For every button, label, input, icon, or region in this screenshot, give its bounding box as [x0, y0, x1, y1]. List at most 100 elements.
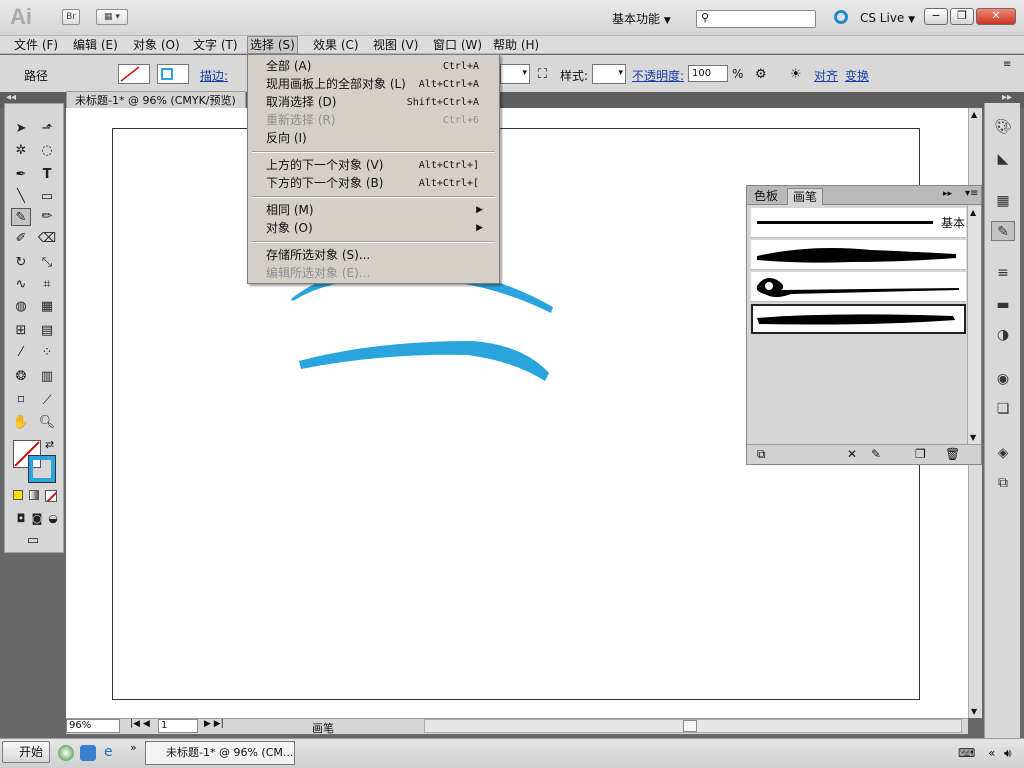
layers-panel-icon[interactable]: ◈: [991, 443, 1015, 463]
document-tab[interactable]: 未标题-1* @ 96% (CMYK/预览): [66, 91, 246, 109]
artboards-panel-icon[interactable]: ⧉: [991, 473, 1015, 493]
fill-swatch[interactable]: [118, 64, 150, 84]
volume-icon[interactable]: 🔊︎: [1004, 746, 1012, 761]
menu-object[interactable]: 对象 (O): [131, 37, 182, 53]
last-artboard-icon[interactable]: ▶ ▶|: [204, 719, 224, 729]
delete-brush-icon[interactable]: 🗑︎: [945, 447, 960, 461]
hand-tool-icon[interactable]: ✋: [11, 414, 31, 432]
panel-scrollbar[interactable]: ▲ ▼: [967, 206, 981, 444]
brush-ornament[interactable]: [751, 272, 966, 302]
quick-launch-icon[interactable]: [80, 745, 96, 761]
stroke-color-box[interactable]: [28, 455, 56, 483]
blend-tool-icon[interactable]: ⁘: [37, 344, 57, 362]
next-object-above-item[interactable]: 上方的下一个对象 (V) Alt+Ctrl+]: [266, 157, 491, 174]
mesh-tool-icon[interactable]: ⊞: [11, 322, 31, 340]
ie-icon[interactable]: e: [104, 744, 113, 760]
none-mode-icon[interactable]: [45, 490, 57, 502]
panel-menu-icon[interactable]: ▾≡: [965, 188, 978, 199]
brush-definition-dropdown[interactable]: ▾: [500, 64, 530, 84]
align-link[interactable]: 对齐: [814, 67, 838, 84]
brush-charcoal[interactable]: [751, 240, 966, 270]
horizontal-scroll-thumb[interactable]: [683, 720, 697, 732]
paintbrush-tool-icon[interactable]: ✎: [11, 208, 31, 226]
draw-inside-icon[interactable]: ◒: [43, 510, 63, 528]
rotate-tool-icon[interactable]: ↻: [11, 254, 31, 272]
appearance-panel-icon[interactable]: ◉: [991, 369, 1015, 389]
menu-help[interactable]: 帮助 (H): [491, 37, 541, 53]
blob-brush-tool-icon[interactable]: ✐: [11, 230, 31, 248]
new-brush-icon[interactable]: ❐: [915, 447, 926, 461]
panel-collapse-icon[interactable]: ▸▸: [943, 189, 952, 199]
transform-link[interactable]: 变换: [845, 67, 869, 84]
cs-live-menu[interactable]: CS Live ▼: [860, 11, 915, 25]
stroke-panel-icon[interactable]: ≡: [991, 263, 1015, 283]
save-selection-item[interactable]: 存储所选对象 (S)...: [266, 247, 491, 264]
swap-colors-icon[interactable]: ⇄: [45, 438, 54, 451]
deselect-item[interactable]: 取消选择 (D) Shift+Ctrl+A: [266, 94, 491, 111]
search-input[interactable]: ⚲: [696, 10, 816, 28]
same-submenu-item[interactable]: 相同 (M) ▶: [266, 202, 491, 219]
minimize-button[interactable]: −: [924, 8, 948, 25]
first-artboard-icon[interactable]: |◀ ◀: [130, 719, 150, 729]
recolor-icon[interactable]: ⛶: [538, 67, 547, 82]
reselect-item[interactable]: 重新选择 (R) Ctrl+6: [266, 112, 491, 129]
close-button[interactable]: ✕: [976, 8, 1016, 25]
collapse-tools-icon[interactable]: ◂◂: [6, 92, 16, 103]
gradient-panel-icon[interactable]: ▬: [991, 295, 1015, 315]
line-tool-icon[interactable]: ╲: [11, 188, 31, 206]
selection-tool-icon[interactable]: ➤: [11, 120, 31, 138]
current-tool-status[interactable]: 画笔: [312, 720, 334, 736]
inverse-item[interactable]: 反向 (I): [266, 130, 491, 147]
brushes-panel-icon[interactable]: ✎: [991, 221, 1015, 241]
horizontal-scrollbar[interactable]: [424, 719, 962, 733]
column-graph-tool-icon[interactable]: ▥: [37, 368, 57, 386]
eyedropper-tool-icon[interactable]: ⁄: [11, 344, 31, 362]
select-all-item[interactable]: 全部 (A) Ctrl+A: [266, 58, 491, 75]
swatches-panel-icon[interactable]: ▦: [991, 191, 1015, 211]
remove-brush-stroke-icon[interactable]: ✕: [847, 447, 857, 461]
eraser-tool-icon[interactable]: ⌫: [37, 230, 57, 248]
arrange-documents-button[interactable]: ▦ ▾: [96, 9, 128, 25]
pen-tool-icon[interactable]: ✒: [11, 166, 31, 184]
menu-edit[interactable]: 编辑 (E): [71, 37, 120, 53]
opacity-label[interactable]: 不透明度:: [632, 67, 684, 84]
lasso-tool-icon[interactable]: ◌: [37, 142, 57, 160]
scroll-down-icon[interactable]: ▼: [971, 707, 977, 716]
scale-tool-icon[interactable]: ⤡: [37, 254, 57, 272]
free-transform-tool-icon[interactable]: ⌗: [37, 276, 57, 294]
artboard-number-input[interactable]: 1: [158, 719, 198, 733]
shape-builder-tool-icon[interactable]: ◍: [11, 298, 31, 316]
brush-options-icon[interactable]: ✎: [871, 447, 881, 461]
control-panel-menu-icon[interactable]: ≡: [1003, 59, 1011, 70]
menu-file[interactable]: 文件 (F): [12, 37, 60, 53]
brush-libraries-icon[interactable]: ⧉: [757, 447, 766, 462]
gradient-tool-icon[interactable]: ▤: [37, 322, 57, 340]
chrome-icon[interactable]: [58, 745, 74, 761]
select-all-on-artboard-item[interactable]: 现用画板上的全部对象 (L) Alt+Ctrl+A: [266, 76, 491, 93]
next-object-below-item[interactable]: 下方的下一个对象 (B) Alt+Ctrl+[: [266, 175, 491, 192]
tab-brushes[interactable]: 画笔: [787, 188, 824, 205]
workspace-switcher[interactable]: 基本功能 ▼: [612, 10, 671, 27]
scroll-up-icon[interactable]: ▲: [971, 110, 977, 119]
transparency-panel-icon[interactable]: ◑: [991, 325, 1015, 345]
stroke-swatch[interactable]: [157, 64, 189, 84]
edit-selection-item[interactable]: 编辑所选对象 (E)...: [266, 265, 491, 282]
sunburst-icon[interactable]: ☀: [790, 67, 802, 82]
graphic-styles-icon[interactable]: ❏: [991, 399, 1015, 419]
tray-expand-icon[interactable]: «: [988, 746, 995, 760]
artboard-tool-icon[interactable]: ⌑: [11, 392, 31, 410]
color-mode-icon[interactable]: [13, 490, 23, 500]
screen-mode-icon[interactable]: ▭: [23, 532, 43, 550]
slice-tool-icon[interactable]: ⟋: [37, 392, 57, 410]
symbol-sprayer-tool-icon[interactable]: ❂: [11, 368, 31, 386]
rectangle-tool-icon[interactable]: ▭: [37, 188, 57, 206]
color-panel-icon[interactable]: 🎨︎: [991, 117, 1015, 137]
collapse-panels-icon[interactable]: ▸▸: [1002, 92, 1012, 103]
opacity-input[interactable]: 100: [688, 65, 728, 82]
menu-view[interactable]: 视图 (V): [371, 37, 420, 53]
bridge-button[interactable]: Br: [62, 9, 80, 25]
tab-swatches[interactable]: 色板: [749, 188, 783, 205]
type-tool-icon[interactable]: T: [37, 166, 57, 184]
zoom-level-input[interactable]: 96%: [66, 719, 120, 733]
quick-launch-more-icon[interactable]: »: [130, 741, 137, 754]
